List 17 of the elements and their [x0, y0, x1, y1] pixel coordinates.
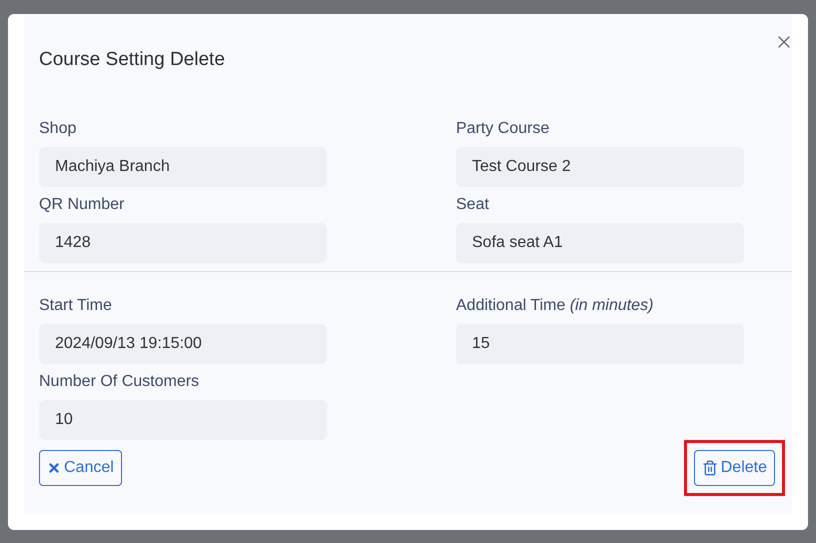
field-input[interactable]: 2024/09/13 19:15:00 [39, 324, 327, 364]
cancel-button[interactable]: Cancel [39, 450, 122, 486]
field-label: Shop [39, 118, 78, 138]
field-input[interactable]: 1428 [39, 222, 327, 262]
field-label: QR Number [39, 194, 126, 214]
field-label: Party Course [456, 118, 550, 138]
field-input[interactable]: 15 [456, 324, 744, 364]
field-label: Start Time [39, 296, 113, 316]
field-label: Number Of Customers [39, 372, 200, 392]
field-input[interactable]: 10 [39, 400, 327, 440]
delete-button[interactable]: Delete [694, 450, 775, 486]
field-label: Seat [456, 194, 490, 214]
field-input[interactable]: Sofa seat A1 [456, 222, 744, 262]
field-input[interactable]: Machiya Branch [39, 146, 327, 186]
dialog-title: Course Setting Delete [39, 48, 226, 72]
field-label: Additional Time (in minutes) [456, 296, 654, 316]
field-input[interactable]: Test Course 2 [456, 146, 744, 186]
